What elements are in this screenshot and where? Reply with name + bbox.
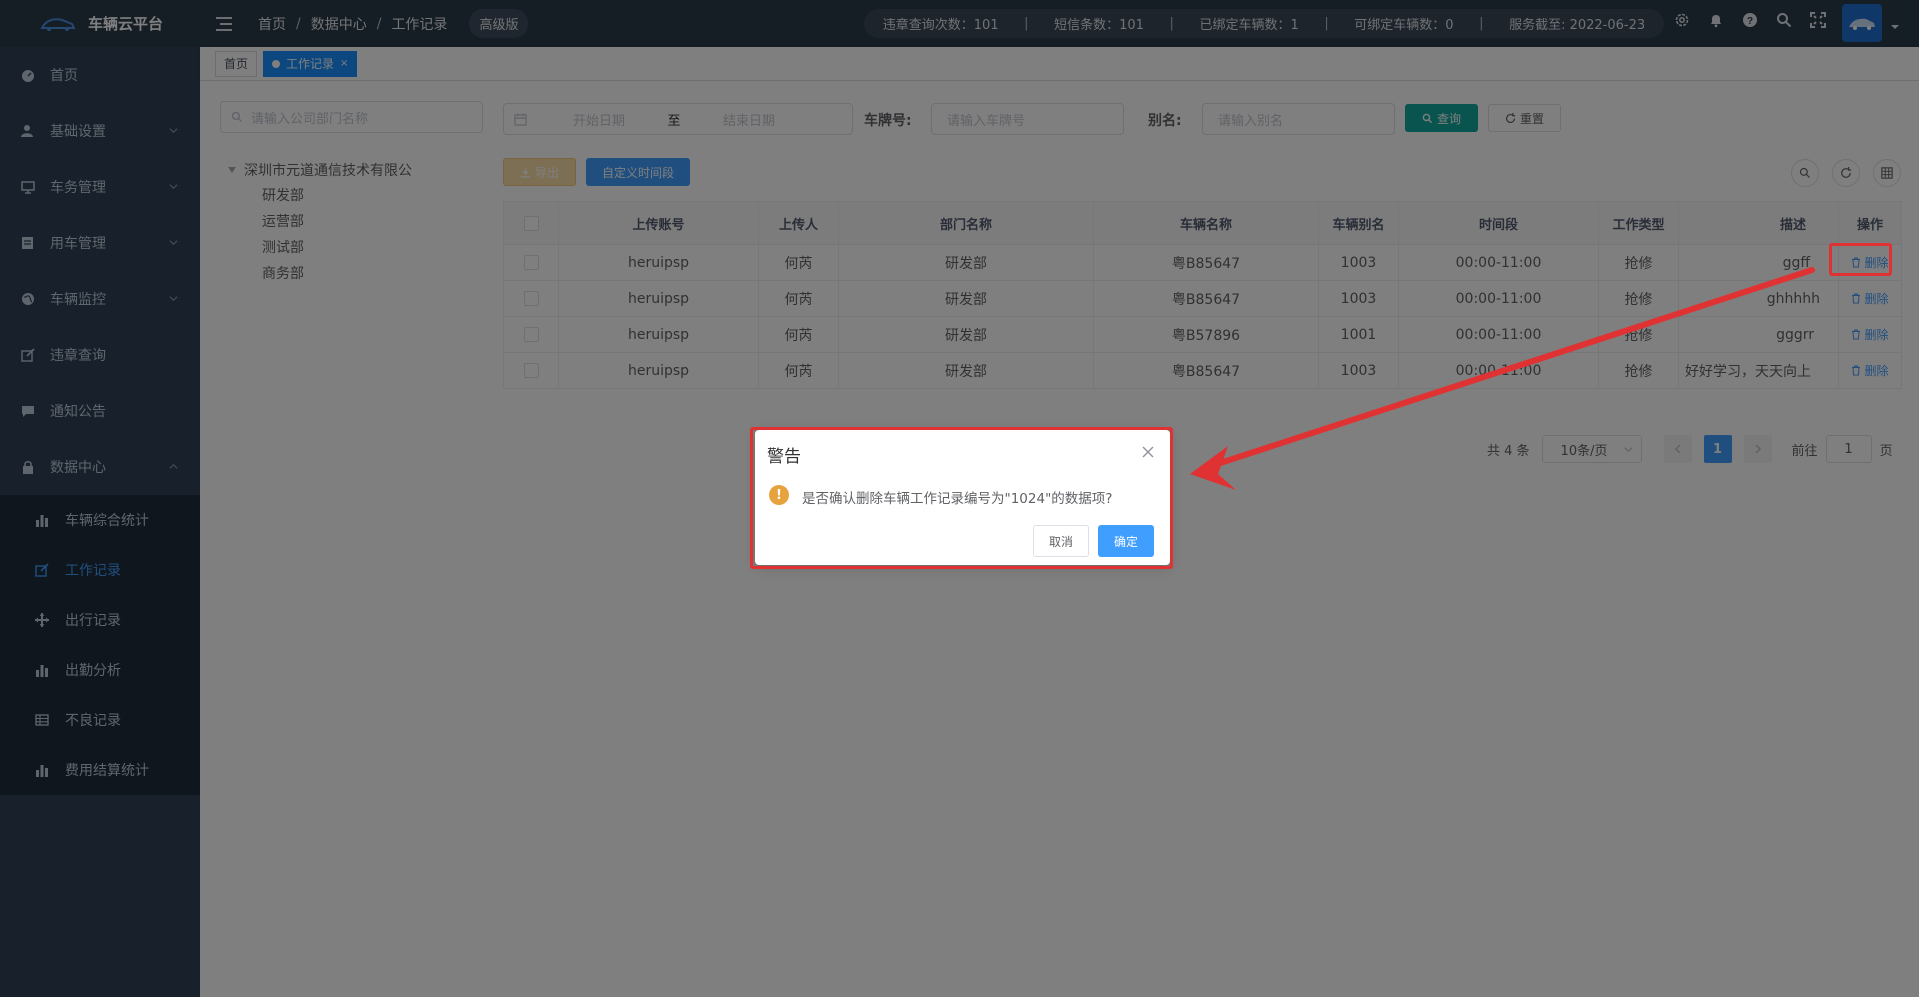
warning-icon: ! xyxy=(769,485,789,505)
confirm-dialog: 警告 ! 是否确认删除车辆工作记录编号为"1024"的数据项? 取消 确定 xyxy=(755,430,1170,565)
close-icon[interactable] xyxy=(1142,446,1154,458)
dialog-message: 是否确认删除车辆工作记录编号为"1024"的数据项? xyxy=(802,491,1113,507)
dialog-title: 警告 xyxy=(767,447,801,467)
cancel-button[interactable]: 取消 xyxy=(1033,525,1089,557)
confirm-button[interactable]: 确定 xyxy=(1098,525,1154,557)
